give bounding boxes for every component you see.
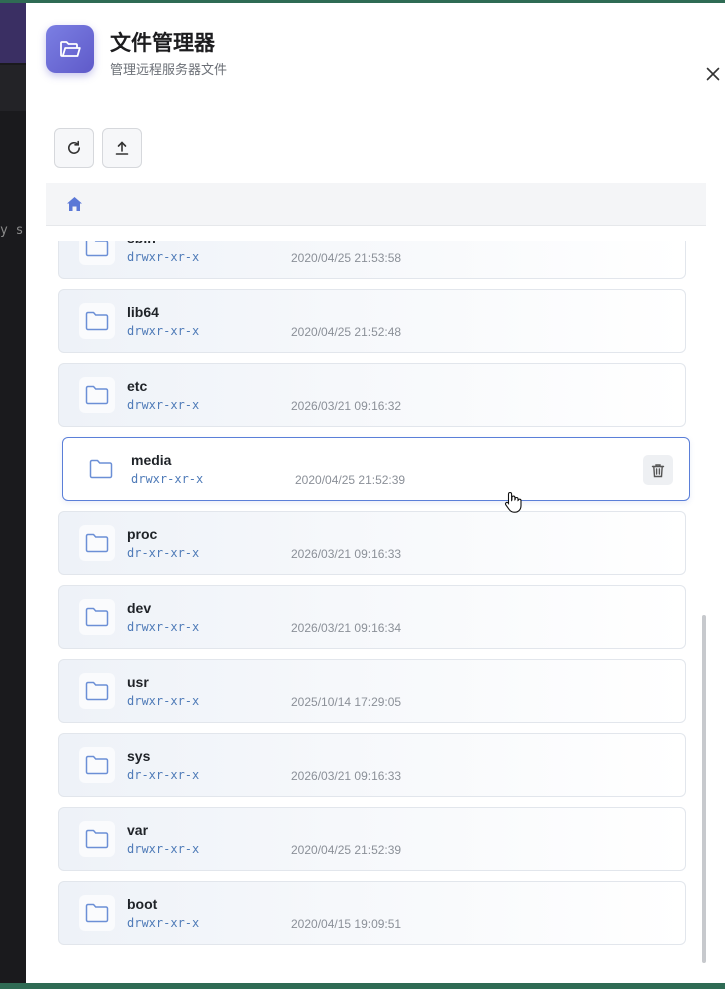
file-permissions: drwxr-xr-x: [127, 916, 200, 930]
file-name: etc: [127, 378, 148, 394]
folder-icon: [79, 241, 115, 265]
close-icon: [706, 67, 720, 81]
file-row-usr[interactable]: usr drwxr-xr-x 2025/10/14 17:29:05: [58, 659, 686, 723]
file-row-proc[interactable]: proc dr-xr-xr-x 2026/03/21 09:16:33: [58, 511, 686, 575]
file-row-etc[interactable]: etc drwxr-xr-x 2026/03/21 09:16:32: [58, 363, 686, 427]
file-name: proc: [127, 526, 158, 542]
file-name: media: [131, 452, 172, 468]
file-modified-date: 2020/04/25 21:53:58: [291, 251, 402, 265]
close-button[interactable]: [698, 59, 725, 89]
folder-icon: [83, 451, 119, 487]
folder-icon: [79, 303, 115, 339]
file-modified-date: 2025/10/14 17:29:05: [291, 695, 402, 709]
page-title: 文件管理器: [110, 32, 215, 55]
background-bar: [0, 65, 26, 111]
file-name: sbin: [127, 241, 156, 246]
file-name: sys: [127, 748, 151, 764]
file-row-media[interactable]: media drwxr-xr-x 2020/04/25 21:52:39: [62, 437, 690, 501]
hand-cursor-icon: [504, 491, 522, 513]
file-permissions: drwxr-xr-x: [131, 472, 204, 486]
home-icon: [67, 197, 82, 211]
file-row-sys[interactable]: sys dr-xr-xr-x 2026/03/21 09:16:33: [58, 733, 686, 797]
folder-icon: [79, 821, 115, 857]
file-row-sbin[interactable]: sbin drwxr-xr-x 2020/04/25 21:53:58: [58, 241, 686, 279]
file-modified-date: 2020/04/25 21:52:39: [291, 843, 402, 857]
folder-icon: [79, 599, 115, 635]
file-row-dev[interactable]: dev drwxr-xr-x 2026/03/21 09:16:34: [58, 585, 686, 649]
file-name: lib64: [127, 304, 159, 320]
file-permissions: drwxr-xr-x: [127, 620, 200, 634]
scrollbar-thumb[interactable]: [702, 615, 706, 963]
trash-icon: [651, 463, 665, 477]
drawer-header: 文件管理器 管理远程服务器文件: [46, 25, 720, 81]
background-panel: [0, 3, 26, 63]
file-row-lib64[interactable]: lib64 drwxr-xr-x 2020/04/25 21:52:48: [58, 289, 686, 353]
background-terminal: y s: [0, 3, 26, 983]
file-modified-date: 2020/04/15 19:09:51: [291, 917, 402, 931]
file-modified-date: 2026/03/21 09:16:33: [291, 547, 402, 561]
folder-icon: [79, 673, 115, 709]
upload-icon: [115, 141, 129, 155]
background-bottom-bar: [0, 983, 725, 989]
delete-button[interactable]: [643, 455, 673, 485]
file-list: sbin drwxr-xr-x 2020/04/25 21:53:58 lib64 dr…: [46, 241, 706, 963]
breadcrumb: [46, 183, 706, 226]
breadcrumb-home[interactable]: [66, 195, 84, 213]
file-name: usr: [127, 674, 149, 690]
file-permissions: drwxr-xr-x: [127, 324, 200, 338]
refresh-icon: [68, 140, 80, 154]
file-modified-date: 2026/03/21 09:16:33: [291, 769, 402, 783]
file-modified-date: 2020/04/25 21:52:48: [291, 325, 402, 339]
file-permissions: drwxr-xr-x: [127, 250, 200, 264]
folder-icon: [79, 525, 115, 561]
file-modified-date: 2026/03/21 09:16:34: [291, 621, 402, 635]
folder-icon: [79, 747, 115, 783]
page-subtitle: 管理远程服务器文件: [110, 62, 228, 77]
file-modified-date: 2026/03/21 09:16:32: [291, 399, 402, 413]
refresh-button[interactable]: [54, 128, 94, 168]
file-permissions: dr-xr-xr-x: [127, 768, 200, 782]
folder-icon: [79, 377, 115, 413]
file-permissions: dr-xr-xr-x: [127, 546, 200, 560]
file-name: boot: [127, 896, 158, 912]
file-permissions: drwxr-xr-x: [127, 694, 200, 708]
folder-open-icon: [46, 25, 94, 73]
file-permissions: drwxr-xr-x: [127, 842, 200, 856]
upload-button[interactable]: [102, 128, 142, 168]
file-permissions: drwxr-xr-x: [127, 398, 200, 412]
file-row-boot[interactable]: boot drwxr-xr-x 2020/04/15 19:09:51: [58, 881, 686, 945]
terminal-text: y s: [0, 223, 24, 238]
file-row-var[interactable]: var drwxr-xr-x 2020/04/25 21:52:39: [58, 807, 686, 871]
file-name: var: [127, 822, 149, 838]
file-modified-date: 2020/04/25 21:52:39: [295, 473, 406, 487]
folder-icon: [79, 895, 115, 931]
file-name: dev: [127, 600, 152, 616]
file-manager-drawer: 文件管理器 管理远程服务器文件 s: [26, 3, 725, 983]
